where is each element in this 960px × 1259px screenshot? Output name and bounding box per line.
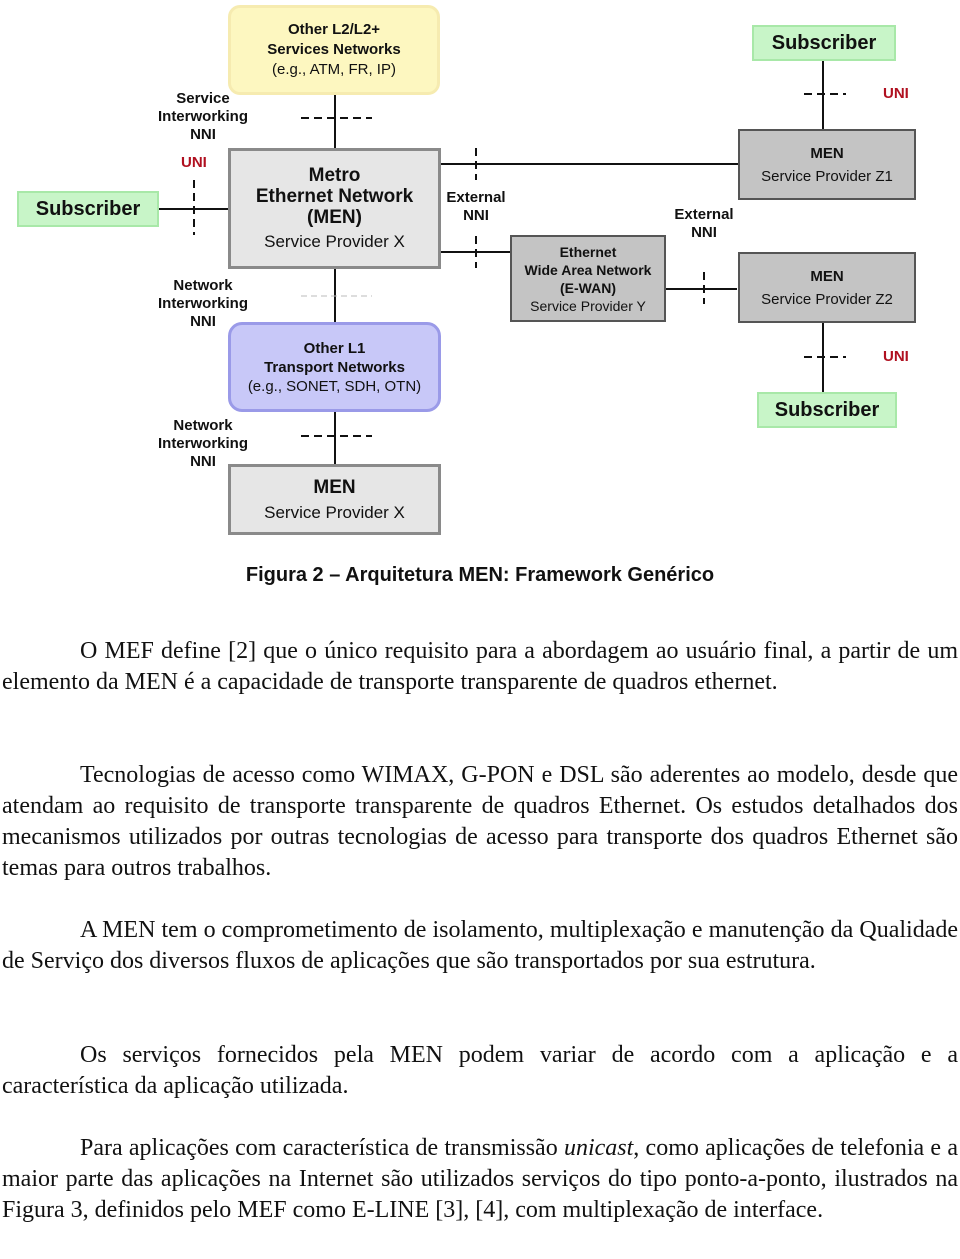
ewan-line2: Wide Area Network	[524, 261, 652, 278]
service-interworking-nni-label: Service Interworking NNI	[148, 90, 258, 144]
other-l1-line3: (e.g., SONET, SDH, OTN)	[247, 377, 422, 395]
label-line: NNI	[190, 453, 216, 470]
ewan-line3: (E-WAN)	[560, 279, 616, 296]
subscriber-bottom-right-label: Subscriber	[774, 398, 880, 421]
men-service-provider-z2-box: MEN Service Provider Z2	[738, 252, 916, 323]
paragraph-3: A MEN tem o comprometimento de isolament…	[2, 917, 958, 974]
men-z1-line2: Service Provider Z1	[761, 167, 893, 185]
label-line: External	[674, 206, 734, 223]
men-framework-diagram: Other L2/L2+ Services Networks (e.g., AT…	[0, 0, 960, 545]
men-z1-line1: MEN	[810, 144, 844, 162]
uni-left-label: UNI	[181, 154, 207, 171]
other-l1-line1: Other L1	[303, 339, 366, 357]
subscriber-bottom-right-box: Subscriber	[757, 392, 897, 428]
network-interworking-nni-label-2: Network Interworking NNI	[148, 417, 258, 471]
figure-caption: Figura 2 – Arquitetura MEN: Framework Ge…	[245, 564, 715, 586]
men-z2-line2: Service Provider Z2	[761, 290, 893, 308]
subscriber-top-right-box: Subscriber	[752, 25, 896, 61]
paragraph-5-text-a: Para aplicações com característica de tr…	[80, 1135, 564, 1161]
men-service-provider-x-box: Metro Ethernet Network (MEN) Service Pro…	[228, 148, 441, 269]
men-bottom-line1: MEN	[313, 476, 356, 498]
label-line: NNI	[190, 313, 216, 330]
ewan-line1: Ethernet	[559, 243, 617, 260]
other-l2-line1: Other L2/L2+	[287, 21, 381, 38]
other-l2-networks-box: Other L2/L2+ Services Networks (e.g., AT…	[228, 5, 440, 95]
other-l1-line2: Transport Networks	[264, 358, 405, 376]
uni-top-right-label: UNI	[883, 85, 909, 102]
label-line: Interworking	[157, 435, 248, 452]
subscriber-left-box: Subscriber	[17, 191, 159, 227]
paragraph-4: Os serviços fornecidos pela MEN podem va…	[2, 1042, 958, 1099]
label-line: NNI	[190, 126, 216, 143]
subscriber-top-right-label: Subscriber	[771, 31, 877, 54]
unicast-term: unicast	[563, 1135, 634, 1161]
men-bottom-service-provider-x-box: MEN Service Provider X	[228, 464, 441, 535]
label-line: NNI	[463, 207, 489, 224]
men-bottom-line2: Service Provider X	[264, 502, 405, 522]
men-z2-line1: MEN	[810, 267, 844, 285]
paragraph-5: Para aplicações com característica de tr…	[2, 1133, 958, 1226]
label-line: Network	[173, 417, 233, 434]
uni-bottom-right-label: UNI	[883, 348, 909, 365]
label-line: Interworking	[157, 108, 248, 125]
men-main-line1: Metro	[308, 165, 361, 186]
men-main-line2: Ethernet Network	[255, 186, 414, 207]
men-main-line3: (MEN)	[307, 207, 362, 228]
men-service-provider-z1-box: MEN Service Provider Z1	[738, 129, 916, 200]
other-l2-line3: (e.g., ATM, FR, IP)	[272, 61, 396, 78]
label-line: Network	[173, 277, 233, 294]
other-l2-line2: Services Networks	[267, 41, 401, 58]
paragraph-2: Tecnologias de acesso como WIMAX, G-PON …	[2, 762, 958, 881]
label-line: NNI	[691, 224, 717, 241]
network-interworking-nni-label-1: Network Interworking NNI	[148, 277, 258, 331]
other-l1-networks-box: Other L1 Transport Networks (e.g., SONET…	[228, 322, 441, 412]
subscriber-left-label: Subscriber	[35, 197, 141, 220]
ewan-line4: Service Provider Y	[530, 297, 646, 314]
external-nni-label-1: External NNI	[440, 189, 512, 225]
ewan-service-provider-y-box: Ethernet Wide Area Network (E-WAN) Servi…	[510, 235, 666, 322]
paragraph-1: O MEF define [2] que o único requisito p…	[2, 638, 958, 695]
men-main-line4: Service Provider X	[264, 232, 405, 251]
label-line: External	[446, 189, 506, 206]
label-line: Service	[176, 90, 230, 107]
external-nni-label-2: External NNI	[667, 206, 741, 242]
label-line: Interworking	[157, 295, 248, 312]
